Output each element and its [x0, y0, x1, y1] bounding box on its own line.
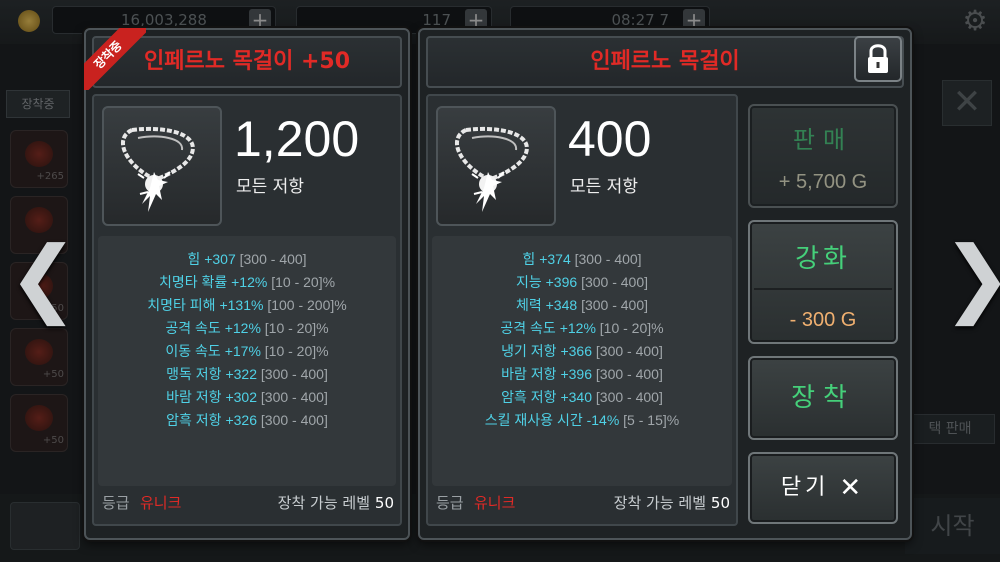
next-item-arrow-icon[interactable]: ❯ [942, 232, 1000, 322]
stat-line: 체력 +348 [300 - 400] [515, 297, 648, 313]
lock-button[interactable] [854, 36, 902, 82]
equipped-ribbon: 장착중 [84, 28, 146, 90]
primary-stat-label: 모든 저항 [570, 177, 638, 197]
lock-icon [868, 44, 888, 73]
item-detail-box: 1,200 모든 저항 힘 +307 [300 - 400] 치명타 확률 +1… [92, 94, 402, 526]
grade-label: 등급 [436, 494, 464, 512]
stat-list: 힘 +307 [300 - 400] 치명타 확률 +12% [10 - 20]… [98, 236, 396, 486]
stat-line: 암흑 저항 +340 [300 - 400] [501, 389, 663, 405]
necklace-icon [436, 106, 556, 226]
close-button[interactable]: 닫기 ✕ [748, 452, 898, 524]
primary-stat-value: 400 [568, 111, 652, 167]
new-item-panel: 인페르노 목걸이 400 모든 저항 힘 +374 [300 - 400] 지능… [418, 28, 912, 540]
equipped-item-panel: 인페르노 목걸이 +50 장착중 1,200 모든 저항 힘 +307 [300… [84, 28, 410, 540]
sell-button[interactable]: 판매 + 5,700 G [748, 104, 898, 208]
equip-label: 장착 [791, 383, 855, 413]
enhance-button[interactable]: 강화 - 300 G [748, 220, 898, 344]
stat-line: 치명타 피해 +131% [100 - 200]% [147, 297, 347, 313]
equip-button[interactable]: 장착 [748, 356, 898, 440]
close-label: 닫기 [780, 475, 830, 500]
stat-line: 공격 속도 +12% [10 - 20]% [165, 320, 329, 336]
required-level-label: 장착 가능 레벨 [277, 494, 370, 512]
equipped-ribbon-label: 장착중 [84, 28, 146, 90]
sell-label: 판매 [792, 126, 854, 154]
necklace-icon [102, 106, 222, 226]
item-detail-box: 400 모든 저항 힘 +374 [300 - 400] 지능 +396 [30… [426, 94, 738, 526]
stat-line: 이동 속도 +17% [10 - 20]% [165, 343, 329, 359]
grade-value: 유니크 [140, 494, 182, 512]
enhance-cost: - 300 G [789, 309, 857, 331]
stat-line: 힘 +374 [300 - 400] [522, 251, 642, 267]
item-footer: 등급 유니크 장착 가능 레벨 50 [428, 490, 736, 516]
grade-label: 등급 [102, 494, 130, 512]
enhance-label: 강화 [795, 244, 851, 274]
close-icon: ✕ [839, 473, 866, 503]
stat-line: 냉기 저항 +366 [300 - 400] [501, 343, 663, 359]
primary-stat-label: 모든 저항 [236, 177, 304, 197]
stat-line: 스킬 재사용 시간 -14% [5 - 15]% [484, 412, 680, 428]
required-level-value: 50 [374, 494, 394, 512]
required-level-label: 장착 가능 레벨 [613, 494, 706, 512]
stat-line: 바람 저항 +396 [300 - 400] [501, 366, 663, 382]
sell-price: + 5,700 G [778, 171, 868, 193]
stat-line: 치명타 확률 +12% [10 - 20]% [158, 274, 336, 290]
stat-line: 공격 속도 +12% [10 - 20]% [500, 320, 664, 336]
stat-line: 힘 +307 [300 - 400] [187, 251, 307, 267]
new-item-title: 인페르노 목걸이 [426, 36, 904, 88]
prev-item-arrow-icon[interactable]: ❮ [8, 232, 78, 322]
grade-value: 유니크 [474, 494, 516, 512]
primary-stat-value: 1,200 [234, 111, 360, 167]
item-footer: 등급 유니크 장착 가능 레벨 50 [94, 490, 400, 516]
stat-line: 바람 저항 +302 [300 - 400] [166, 389, 328, 405]
stat-line: 지능 +396 [300 - 400] [515, 274, 648, 290]
enhance-divider [754, 288, 892, 290]
stat-line: 암흑 저항 +326 [300 - 400] [166, 412, 328, 428]
stat-list: 힘 +374 [300 - 400] 지능 +396 [300 - 400] 체… [432, 236, 732, 486]
stat-line: 맹독 저항 +322 [300 - 400] [166, 366, 328, 382]
required-level-value: 50 [710, 494, 730, 512]
